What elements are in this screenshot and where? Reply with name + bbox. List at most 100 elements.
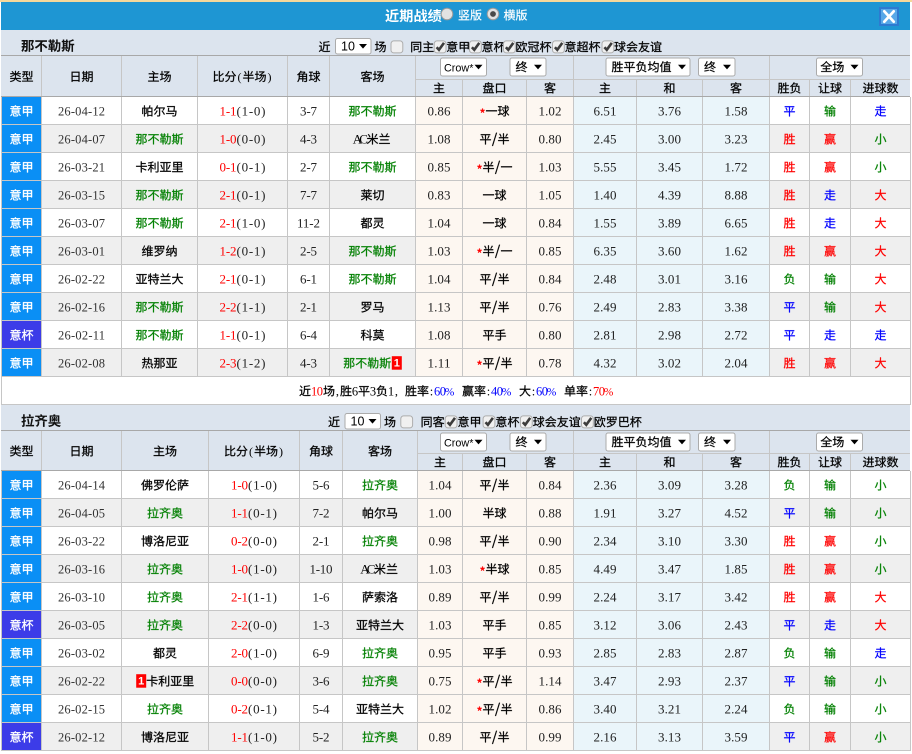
svg-text:1: 1: [388, 384, 394, 398]
svg-text:(0-1): (0-1): [237, 327, 266, 342]
svg-text:5.55: 5.55: [594, 159, 617, 174]
svg-text:(1-0): (1-0): [248, 561, 277, 576]
svg-text:3.00: 3.00: [658, 131, 681, 146]
svg-text:26-04-07: 26-04-07: [58, 132, 105, 146]
svg-text:0-1: 0-1: [220, 159, 237, 174]
svg-text:(: (: [249, 445, 253, 459]
svg-text:26-04-12: 26-04-12: [58, 104, 105, 118]
svg-text:0.80: 0.80: [539, 327, 562, 342]
svg-text:26-03-10: 26-03-10: [58, 590, 105, 604]
svg-text:8.88: 8.88: [725, 187, 748, 202]
svg-text:1.72: 1.72: [725, 159, 748, 174]
svg-text:0.98: 0.98: [429, 533, 452, 548]
svg-text:2-1: 2-1: [220, 271, 237, 286]
svg-text:6-1: 6-1: [300, 271, 317, 286]
svg-text:3.21: 3.21: [658, 701, 681, 716]
svg-text:3.60: 3.60: [658, 243, 681, 258]
svg-text:3.40: 3.40: [594, 701, 617, 716]
svg-text:(0-0): (0-0): [248, 617, 277, 632]
svg-text:(0-1): (0-1): [237, 187, 266, 202]
svg-text:0.85: 0.85: [428, 159, 451, 174]
svg-text:2.45: 2.45: [594, 131, 617, 146]
svg-text:3.13: 3.13: [658, 729, 681, 744]
svg-text:(1-0): (1-0): [237, 215, 266, 230]
svg-text:(0-1): (0-1): [237, 243, 266, 258]
svg-text:1.40: 1.40: [594, 187, 617, 202]
svg-text:26-02-16: 26-02-16: [58, 300, 105, 314]
svg-text:3.01: 3.01: [658, 271, 681, 286]
svg-text:2.34: 2.34: [594, 533, 618, 548]
svg-text:2.85: 2.85: [594, 645, 617, 660]
svg-text:2.83: 2.83: [658, 645, 681, 660]
svg-text:0.90: 0.90: [539, 533, 562, 548]
svg-text:0.99: 0.99: [539, 729, 562, 744]
svg-text:6.51: 6.51: [594, 103, 617, 118]
svg-text:0.85: 0.85: [539, 617, 562, 632]
svg-text:3.76: 3.76: [658, 103, 682, 118]
svg-text:3.02: 3.02: [658, 355, 681, 370]
svg-text:1.08: 1.08: [428, 131, 451, 146]
svg-text:6-9: 6-9: [313, 645, 330, 660]
svg-text:1-0: 1-0: [231, 561, 248, 576]
svg-text:0-0: 0-0: [231, 673, 248, 688]
svg-text:3.10: 3.10: [658, 533, 681, 548]
svg-text:2.24: 2.24: [594, 589, 618, 604]
svg-text:6.35: 6.35: [594, 243, 617, 258]
svg-text:0.78: 0.78: [539, 355, 562, 370]
svg-text:1.08: 1.08: [428, 327, 451, 342]
svg-text:(0-0): (0-0): [237, 131, 266, 146]
svg-text::: :: [430, 384, 433, 398]
svg-text:1.05: 1.05: [539, 187, 562, 202]
svg-text:3.30: 3.30: [725, 533, 748, 548]
svg-text:2-1: 2-1: [313, 533, 330, 548]
svg-text:0.99: 0.99: [539, 589, 562, 604]
svg-text:(1-0): (1-0): [248, 729, 277, 744]
svg-text:10: 10: [341, 40, 355, 54]
svg-text:3-7: 3-7: [300, 103, 318, 118]
svg-text:1-0: 1-0: [231, 477, 248, 492]
svg-text:0.84: 0.84: [539, 215, 563, 230]
svg-text:2-3: 2-3: [220, 355, 237, 370]
svg-text:1.13: 1.13: [428, 299, 451, 314]
svg-text:2.43: 2.43: [725, 617, 748, 632]
svg-text:%: %: [604, 386, 614, 398]
svg-text:0.85: 0.85: [539, 243, 562, 258]
svg-text:1.58: 1.58: [725, 103, 748, 118]
svg-text:(0-1): (0-1): [237, 159, 266, 174]
svg-text:1: 1: [138, 676, 144, 688]
svg-text:26-03-01: 26-03-01: [58, 244, 105, 258]
svg-text:Crow*: Crow*: [444, 62, 474, 74]
svg-text:2.81: 2.81: [594, 327, 617, 342]
svg-text:4.32: 4.32: [594, 355, 617, 370]
svg-text:2.72: 2.72: [725, 327, 748, 342]
svg-text:3.38: 3.38: [725, 299, 748, 314]
svg-text:2-1: 2-1: [220, 187, 237, 202]
svg-text:10: 10: [351, 415, 365, 429]
svg-text:2-1: 2-1: [231, 589, 248, 604]
svg-text:26-03-16: 26-03-16: [58, 562, 105, 576]
svg-text:4.52: 4.52: [725, 505, 748, 520]
svg-text:1-3: 1-3: [313, 617, 330, 632]
svg-text:11-2: 11-2: [297, 215, 320, 230]
svg-text:1.55: 1.55: [594, 215, 617, 230]
svg-text:1.00: 1.00: [429, 505, 452, 520]
svg-text:4-3: 4-3: [300, 131, 317, 146]
svg-text:26-03-15: 26-03-15: [58, 188, 105, 202]
svg-text:2.37: 2.37: [725, 673, 749, 688]
svg-text:1.03: 1.03: [539, 159, 562, 174]
svg-text:3.47: 3.47: [658, 561, 682, 576]
svg-text:1.04: 1.04: [428, 215, 452, 230]
svg-text:): ): [279, 445, 283, 459]
svg-text:(1-1): (1-1): [237, 299, 266, 314]
svg-text:2-1: 2-1: [220, 215, 237, 230]
svg-text:3.23: 3.23: [725, 131, 748, 146]
svg-text:(1-0): (1-0): [237, 103, 266, 118]
svg-text:0.88: 0.88: [539, 505, 562, 520]
svg-text:1.14: 1.14: [539, 673, 563, 688]
svg-text::: :: [589, 384, 592, 398]
svg-text:1.02: 1.02: [539, 103, 562, 118]
svg-text:1.91: 1.91: [594, 505, 617, 520]
svg-text:5-2: 5-2: [313, 729, 330, 744]
svg-text:1.11: 1.11: [428, 355, 451, 370]
svg-text:6: 6: [352, 384, 358, 398]
